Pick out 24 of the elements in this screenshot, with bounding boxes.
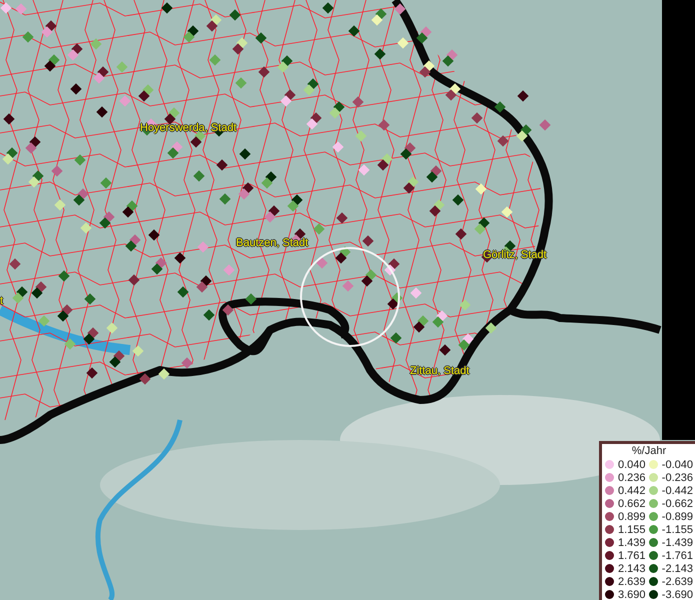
legend-value: -1.155 bbox=[662, 524, 693, 536]
legend-value: 0.040 bbox=[618, 458, 646, 470]
legend-value: -1.761 bbox=[662, 550, 693, 562]
legend-value: -1.439 bbox=[662, 536, 693, 548]
legend-value: 0.662 bbox=[618, 498, 646, 510]
place-label: t bbox=[0, 295, 4, 307]
legend-value: -2.143 bbox=[662, 562, 693, 574]
legend-value: -3.690 bbox=[662, 588, 693, 600]
legend-value: -0.662 bbox=[662, 498, 693, 510]
legend-value: 1.155 bbox=[618, 524, 646, 536]
legend-value: 0.442 bbox=[618, 484, 646, 496]
legend-value: 2.639 bbox=[618, 576, 646, 588]
legend-value: -0.236 bbox=[662, 472, 693, 484]
legend-value: 3.690 bbox=[618, 588, 646, 600]
legend-value: -0.442 bbox=[662, 484, 693, 496]
legend-value: 1.761 bbox=[618, 550, 646, 562]
legend-value: 2.143 bbox=[618, 562, 646, 574]
legend-value: -2.639 bbox=[662, 576, 693, 588]
legend-value: 0.236 bbox=[618, 472, 646, 484]
legend-value: -0.040 bbox=[662, 458, 693, 470]
legend-value: -0.899 bbox=[662, 510, 693, 522]
legend-title: %/Jahr bbox=[630, 445, 668, 458]
legend-value: 0.899 bbox=[618, 510, 646, 522]
legend-value: 1.439 bbox=[618, 536, 646, 548]
